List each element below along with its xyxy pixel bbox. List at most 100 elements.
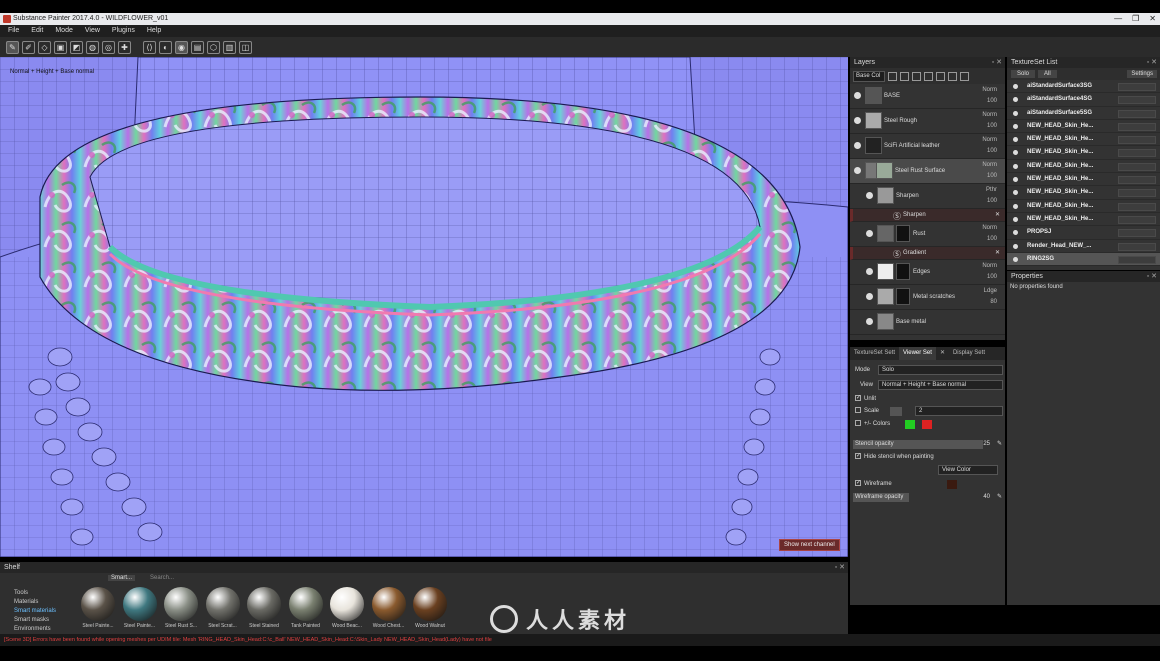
shader-select[interactable] — [1118, 189, 1156, 198]
delete-icon[interactable] — [960, 71, 969, 81]
category-tools[interactable]: Tools — [14, 589, 56, 598]
layer-row[interactable]: Sharpen Pthr 100 — [850, 184, 1005, 209]
panel-float-close-icon[interactable]: ▫ ✕ — [835, 562, 845, 573]
layer-row[interactable]: Metal scratches Ldge 80 — [850, 285, 1005, 310]
settings-button[interactable]: Settings — [1127, 70, 1157, 78]
cube-view-icon[interactable]: ⬡ — [207, 40, 220, 54]
3d-viewport[interactable]: Normal + Height + Base normal Show next … — [0, 57, 848, 557]
minimize-button[interactable]: — — [1114, 13, 1122, 25]
tab-textureset-settings[interactable]: TextureSet Sett — [850, 347, 899, 360]
eye-icon[interactable] — [1013, 216, 1018, 222]
eye-icon[interactable] — [1013, 243, 1018, 249]
scale-checkbox[interactable] — [855, 407, 861, 414]
eye-icon[interactable] — [1013, 84, 1018, 89]
smart-material-item[interactable]: Steel Rust S... — [161, 587, 201, 629]
layer-row[interactable]: SciFi Artificial leather Norm 100 — [850, 134, 1005, 159]
shader-select[interactable] — [1118, 83, 1156, 91]
layer-row[interactable]: Rust Norm 100 — [850, 222, 1005, 247]
layer-opacity[interactable]: 100 — [987, 98, 997, 104]
textureset-item[interactable]: PROPSJ — [1007, 226, 1160, 240]
brush-icon[interactable]: ✐ — [22, 40, 35, 54]
eye-icon[interactable] — [854, 92, 861, 99]
camera-icon[interactable]: ◉ — [175, 40, 188, 54]
effect-row[interactable]: Ⓢ Sharpen ✕ — [850, 209, 1005, 222]
textureset-item[interactable]: NEW_HEAD_Skin_He... — [1007, 186, 1160, 200]
shelf-search-input[interactable]: Search... — [150, 575, 174, 581]
eye-icon[interactable] — [1013, 110, 1018, 116]
mode-select[interactable]: Solo — [878, 365, 1003, 375]
add-fill-layer-icon[interactable] — [912, 71, 921, 81]
menu-view[interactable]: View — [81, 25, 104, 37]
eye-icon[interactable] — [854, 167, 861, 174]
panel-float-close-icon[interactable]: ▫ ✕ — [1147, 271, 1157, 282]
layer-row[interactable]: Steel Rough Norm 100 — [850, 109, 1005, 134]
shader-select[interactable] — [1118, 176, 1156, 185]
textureset-item[interactable]: NEW_HEAD_Skin_He... — [1007, 200, 1160, 213]
shader-select[interactable] — [1118, 215, 1156, 224]
eye-icon[interactable] — [866, 293, 873, 300]
layer-opacity[interactable]: 100 — [987, 198, 997, 204]
layer-blend[interactable]: Norm — [982, 137, 997, 143]
negative-color-swatch[interactable] — [922, 420, 932, 429]
add-layer-icon[interactable] — [924, 71, 933, 81]
eye-icon[interactable] — [1013, 137, 1018, 143]
close-button[interactable]: ✕ — [1149, 13, 1156, 25]
screenshot-icon[interactable]: ▤ — [191, 40, 204, 54]
shader-select[interactable] — [1118, 255, 1156, 264]
shelf-filter-tab[interactable]: Smart... — [108, 575, 136, 581]
add-effect-icon[interactable] — [888, 71, 897, 81]
smart-material-item[interactable]: Steel Painte... — [78, 587, 118, 629]
textureset-item[interactable]: NEW_HEAD_Skin_He... — [1007, 173, 1160, 187]
eye-icon[interactable] — [1013, 230, 1018, 236]
category-environments[interactable]: Environments — [14, 625, 56, 634]
category-materials[interactable]: Materials — [14, 598, 56, 607]
projection-icon[interactable]: ▣ — [54, 40, 67, 54]
eye-icon[interactable] — [854, 117, 861, 124]
remove-effect-icon[interactable]: ✕ — [995, 249, 1000, 256]
unlit-row[interactable]: Unlit — [855, 394, 1002, 405]
layer-row[interactable]: Base metal — [850, 310, 1005, 335]
eye-icon[interactable] — [854, 142, 861, 149]
polygon-fill-icon[interactable]: ◩ — [70, 40, 83, 54]
layer-opacity[interactable]: 100 — [987, 148, 997, 154]
layer-blend[interactable]: Norm — [982, 87, 997, 93]
tab-viewer-settings[interactable]: Viewer Set — [899, 347, 936, 360]
textureset-item[interactable]: Render_Head_NEW_... — [1007, 240, 1160, 253]
textureset-item[interactable]: aiStandardSurface4SG — [1007, 93, 1160, 107]
eye-icon[interactable] — [866, 230, 873, 237]
textureset-item[interactable]: NEW_HEAD_Skin_He... — [1007, 160, 1160, 174]
mirror-icon[interactable]: ◐ — [159, 40, 172, 54]
layer-blend[interactable]: Norm — [982, 162, 997, 168]
layer-opacity[interactable]: 80 — [990, 299, 997, 305]
wireframe-checkbox[interactable] — [855, 480, 861, 487]
smart-material-item[interactable]: Steel Stained — [244, 587, 284, 629]
layer-row-selected[interactable]: Steel Rust Surface Norm 100 — [850, 159, 1005, 184]
shader-select[interactable] — [1118, 109, 1156, 118]
eye-icon[interactable] — [866, 268, 873, 275]
textureset-item[interactable]: aiStandardSurface3SG — [1007, 80, 1160, 94]
menu-edit[interactable]: Edit — [27, 25, 47, 37]
add-folder-icon[interactable] — [936, 71, 945, 81]
shader-select[interactable] — [1118, 96, 1156, 105]
textureset-item[interactable]: NEW_HEAD_Skin_He... — [1007, 120, 1160, 134]
panel-float-close-icon[interactable]: ▫ ✕ — [992, 57, 1002, 68]
textureset-item[interactable]: NEW_HEAD_Skin_He... — [1007, 213, 1160, 227]
channel-select[interactable]: Base Col — [853, 70, 885, 82]
category-smart-materials[interactable]: Smart materials — [14, 607, 56, 616]
all-button[interactable]: All — [1038, 70, 1057, 78]
eye-icon[interactable] — [1013, 256, 1018, 262]
eye-icon[interactable] — [1013, 150, 1018, 156]
eye-icon[interactable] — [1013, 190, 1018, 196]
shader-select[interactable] — [1118, 162, 1156, 171]
category-smart-masks[interactable]: Smart masks — [14, 616, 56, 625]
eye-icon[interactable] — [866, 192, 873, 199]
solo-button[interactable]: Solo — [1011, 70, 1036, 78]
remove-effect-icon[interactable]: ✕ — [995, 211, 1000, 218]
paint-tool-icon[interactable]: ✎ — [6, 40, 19, 54]
shader-select[interactable] — [1118, 242, 1156, 251]
smart-material-item[interactable]: Wood Beac... — [327, 587, 367, 629]
shader-select[interactable] — [1118, 149, 1156, 158]
view-color-button[interactable]: View Color — [938, 465, 998, 475]
menu-help[interactable]: Help — [143, 25, 165, 37]
menu-file[interactable]: File — [4, 25, 23, 37]
